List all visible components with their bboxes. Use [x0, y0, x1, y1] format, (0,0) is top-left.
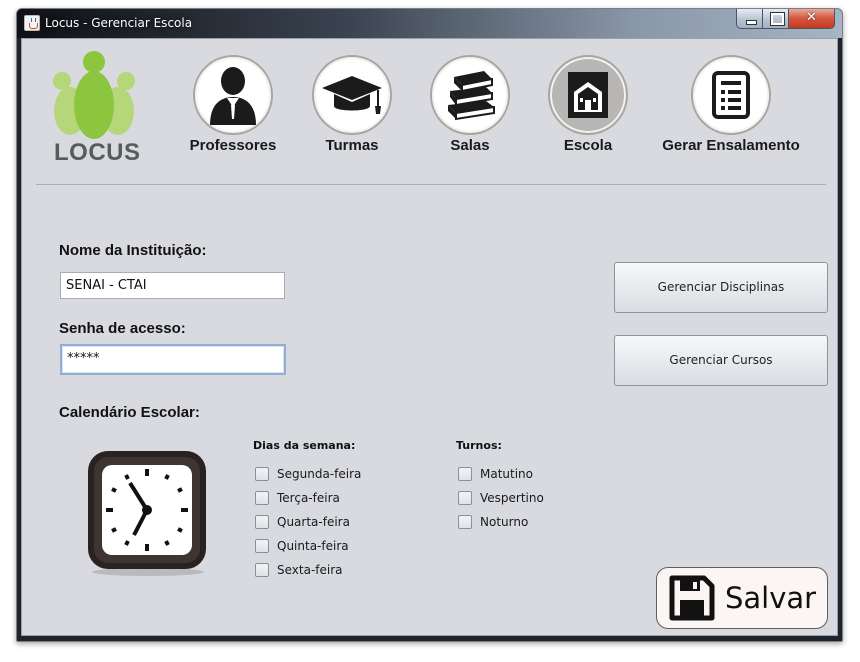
checkbox-noturno[interactable]: Noturno	[458, 514, 528, 530]
checkbox-segunda[interactable]: Segunda-feira	[255, 466, 361, 482]
checkbox-label: Quarta-feira	[277, 515, 350, 529]
window-controls	[736, 9, 835, 29]
app-window: Locus - Gerenciar Escola LOCUS	[16, 8, 843, 642]
checkbox-vespertino[interactable]: Vespertino	[458, 490, 544, 506]
checkbox-box[interactable]	[255, 515, 269, 529]
maximize-button[interactable]	[763, 9, 789, 29]
nav-escola-circle	[548, 55, 628, 135]
nav-salas-label: Salas	[450, 137, 490, 154]
nav-turmas[interactable]: Turmas	[287, 55, 417, 154]
clock-icon-graphic	[88, 451, 206, 576]
save-label: Salvar	[725, 581, 817, 615]
checkbox-box[interactable]	[255, 467, 269, 481]
checkbox-label: Matutino	[480, 467, 534, 481]
checkbox-terca[interactable]: Terça-feira	[255, 490, 340, 506]
checkbox-label: Noturno	[480, 515, 529, 529]
school-calendar-label: Calendário Escolar:	[59, 404, 200, 421]
books-icon	[448, 71, 495, 121]
nav-professores[interactable]: Professores	[168, 55, 298, 154]
checkbox-box[interactable]	[255, 563, 269, 577]
minimize-button[interactable]	[736, 9, 763, 29]
logo-text: LOCUS	[54, 139, 141, 166]
nav-escola[interactable]: Escola	[523, 55, 653, 154]
checkbox-sexta[interactable]: Sexta-feira	[255, 562, 343, 578]
checkbox-quarta[interactable]: Quarta-feira	[255, 514, 350, 530]
checkbox-box[interactable]	[255, 491, 269, 505]
nav-professores-label: Professores	[189, 137, 277, 154]
shifts-title: Turnos:	[456, 439, 502, 452]
checkbox-label: Sexta-feira	[277, 563, 343, 577]
nav-gerar-ensalamento[interactable]: Gerar Ensalamento	[646, 55, 816, 154]
title-bar[interactable]: Locus - Gerenciar Escola	[17, 9, 842, 38]
save-button[interactable]: Salvar	[656, 567, 828, 629]
school-building-icon	[568, 72, 608, 118]
checkbox-label: Quinta-feira	[277, 539, 349, 553]
checkbox-box[interactable]	[458, 491, 472, 505]
weekdays-title: Dias da semana:	[253, 439, 356, 452]
graduation-cap-icon	[322, 76, 382, 114]
nav-turmas-circle	[312, 55, 392, 135]
nav-professores-circle	[193, 55, 273, 135]
manage-disciplines-button[interactable]: Gerenciar Disciplinas	[614, 262, 828, 313]
institution-name-input[interactable]: SENAI - CTAI	[60, 272, 285, 299]
nav-gerar-ensalamento-circle	[691, 55, 771, 135]
document-list-icon	[712, 71, 750, 119]
password-input[interactable]: *****	[60, 344, 286, 375]
manage-courses-button[interactable]: Gerenciar Cursos	[614, 335, 828, 386]
institution-name-label: Nome da Instituição:	[59, 242, 207, 259]
main-panel: LOCUS Professores Turmas Salas Escola Ge…	[21, 38, 838, 636]
java-app-icon	[24, 15, 40, 31]
window-title: Locus - Gerenciar Escola	[45, 16, 193, 30]
checkbox-box[interactable]	[255, 539, 269, 553]
nav-salas[interactable]: Salas	[405, 55, 535, 154]
floppy-disk-icon	[669, 575, 715, 621]
header-divider	[36, 184, 826, 185]
locus-logo-icon	[53, 51, 135, 139]
clock-icon	[86, 447, 211, 577]
nav-escola-label: Escola	[563, 137, 613, 154]
checkbox-box[interactable]	[458, 515, 472, 529]
professor-icon	[210, 67, 256, 125]
checkbox-matutino[interactable]: Matutino	[458, 466, 533, 482]
close-button[interactable]	[789, 9, 835, 29]
checkbox-label: Vespertino	[480, 491, 544, 505]
checkbox-box[interactable]	[458, 467, 472, 481]
nav-gerar-ensalamento-label: Gerar Ensalamento	[662, 137, 800, 154]
nav-salas-circle	[430, 55, 510, 135]
checkbox-label: Terça-feira	[277, 491, 340, 505]
nav-turmas-label: Turmas	[325, 137, 379, 154]
checkbox-label: Segunda-feira	[277, 467, 362, 481]
password-label: Senha de acesso:	[59, 320, 186, 337]
locus-logo: LOCUS	[44, 49, 144, 166]
checkbox-quinta[interactable]: Quinta-feira	[255, 538, 349, 554]
